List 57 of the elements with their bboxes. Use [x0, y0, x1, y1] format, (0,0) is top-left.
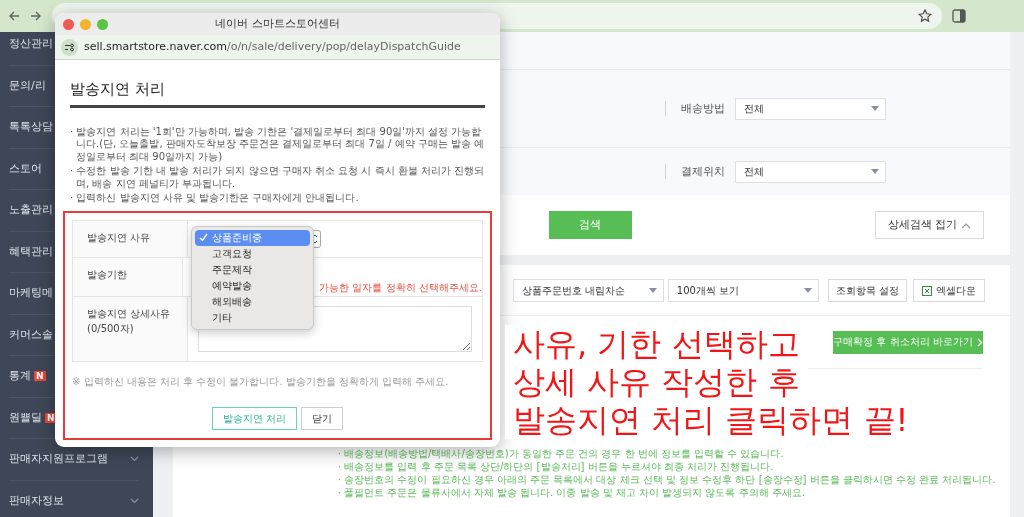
sidebar-item[interactable]: 정산관리 [9, 37, 53, 50]
excel-download-button[interactable]: 엑셀다운 [913, 279, 985, 302]
sidebar-item[interactable]: 문의/리 [9, 78, 46, 92]
popup-url: sell.smartstore.naver.com/o/n/sale/delivery/pop/delayDispatchGuide [84, 38, 461, 55]
forward-icon[interactable] [30, 10, 42, 22]
collapse-search-button[interactable]: 상세검색 접기 [874, 211, 984, 239]
dropdown-option[interactable]: 주문제작 [195, 262, 310, 278]
notice-text: · 풀필먼트 주문은 물류사에서 자체 발송 됩니다. 이중 발송 및 재고 차이 발생되지 않도록 주의해 주세요. [337, 486, 807, 499]
filter-label: 결제위치 [664, 163, 735, 180]
form-label: 발송기한 [73, 257, 184, 296]
form-label: 발송지연 사유 [73, 220, 188, 257]
chevron-right-icon [976, 338, 983, 347]
site-settings-icon[interactable] [61, 38, 78, 56]
sort-select[interactable]: 상품주문번호 내림차순 [512, 279, 664, 302]
settings-button[interactable]: 조회항목 설정 [827, 279, 907, 302]
star-icon[interactable] [918, 9, 932, 23]
window-title: 네이버 스마트스토어센터 [215, 16, 340, 32]
back-icon[interactable] [8, 10, 20, 22]
filter-select[interactable]: 전체 [734, 97, 886, 120]
dropdown-option[interactable]: 기타 [195, 310, 310, 326]
chevron-up-icon [961, 221, 971, 229]
sidebar-item[interactable]: 판매자정보 [9, 493, 64, 507]
sort-select[interactable]: 100개씩 보기 [667, 279, 819, 302]
character-counter: (0/500자) [87, 321, 135, 336]
spreadsheet-icon [922, 285, 932, 296]
sidebar-item[interactable]: 혜택관리 [9, 244, 53, 258]
sidebar-item[interactable]: 톡톡상담 [9, 120, 53, 133]
close-button[interactable]: 닫기 [301, 406, 344, 430]
form-label: 발송지연 상세사유 [87, 306, 172, 321]
guide-text: · 발송지연 처리는 '1회'만 가능하며, 발송 기한은 '결제일로부터 최대 90일'까지 설정 가능합니다.(단, 오늘출발, 판매자도착보장 주문건은 결제일로부터 최대 7일 / 예약 구매는 발송 예정일로부터 최대 90일까지 가능) [70, 125, 485, 163]
popup-heading: 발송지연 처리 [70, 78, 485, 108]
chevron-down-icon[interactable] [129, 456, 139, 463]
dropdown-option[interactable]: 해외배송 [195, 294, 310, 310]
sidebar-item[interactable]: 원쁠딜 [9, 410, 42, 424]
deadline-hint: 가능한 일자를 정확히 선택해주세요. [319, 281, 482, 293]
new-badge: N [34, 371, 46, 381]
dropdown-option[interactable]: 예약발송 [195, 278, 310, 294]
notice-text: · 배송정보(배송방법/택배사/송장번호)가 동일한 주문 건의 경우 한 번에 정보를 입력할 수 있습니다. [337, 447, 785, 460]
footnote: ※ 입력하신 내용은 처리 후 수정이 불가합니다. 발송기한을 정확하게 입력해 주세요. [72, 374, 450, 389]
filter-label: 배송방법 [664, 100, 735, 117]
sidebar-item[interactable]: 노출관리 [9, 203, 53, 216]
chevron-down-icon[interactable] [129, 497, 139, 504]
sidebar-item[interactable]: 판매자지원프로그램 [9, 452, 108, 465]
notice-text: · 송장번호의 수정이 필요하신 경우 아래의 주문 목록에서 대상 체크 선택 및 정보 수정후 하단 [송장수정] 버튼을 클릭하시면 수정 완료 처리됩니다. [337, 473, 997, 486]
maximize-icon[interactable] [97, 18, 108, 30]
sidebar-item[interactable]: 통계 [9, 369, 31, 382]
sidebar-item[interactable]: 커머스솔 [9, 327, 53, 341]
close-icon[interactable] [63, 18, 74, 30]
guide-text: · 입력하신 발송지연 사유 및 발송기한은 구매자에게 안내됩니다. [70, 192, 360, 205]
notice-text: · 배송정보를 입력 후 주문 목록 상단/하단의 [발송처리] 버튼을 누르셔야 최종 처리가 진행됩니다. [337, 460, 775, 473]
dropdown-option[interactable]: 고객요청 [195, 246, 310, 262]
sidebar-item[interactable]: 스토어 [9, 161, 42, 175]
filter-select[interactable]: 전체 [734, 160, 886, 183]
guide-text: · 수정한 발송 기한 내 발송 처리가 되지 않으면 구매자 취소 요청 시 즉시 환불 처리가 진행되며, 배송 지연 페널티가 부과됩니다. [70, 165, 485, 190]
checkmark-icon [199, 233, 208, 242]
sidebar-item[interactable]: 마케팅메 [9, 286, 53, 299]
side-panel-icon[interactable] [952, 9, 966, 23]
